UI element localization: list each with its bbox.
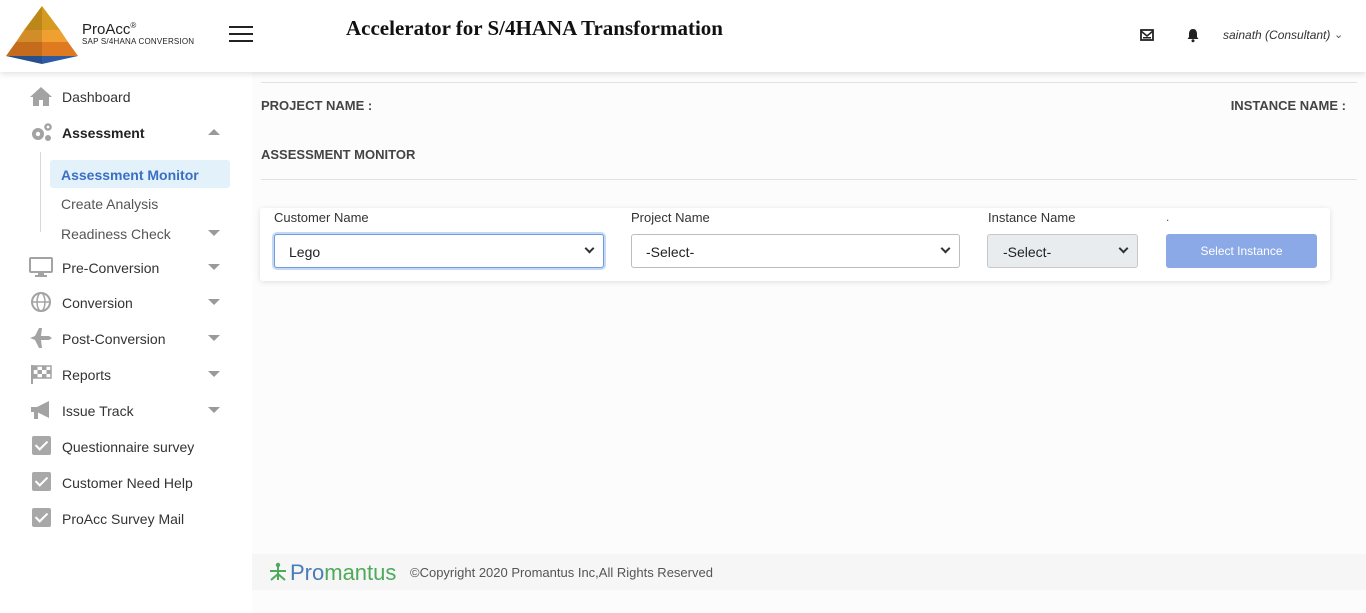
brand-subtitle: SAP S/4HANA CONVERSION xyxy=(82,37,195,46)
sidebar-item-proacc-survey-mail[interactable]: ProAcc Survey Mail xyxy=(0,503,240,533)
sidebar-item-label: ProAcc Survey Mail xyxy=(62,511,185,527)
caret-down-icon xyxy=(208,407,220,413)
instance-name-select[interactable]: -Select- xyxy=(987,234,1138,268)
sidebar-item-customer-need-help[interactable]: Customer Need Help xyxy=(0,467,240,497)
caret-down-icon xyxy=(208,264,220,270)
gears-icon xyxy=(32,123,52,141)
sidebar-subitem-readiness-check[interactable]: Readiness Check xyxy=(50,219,230,247)
checkbox-icon xyxy=(32,436,51,455)
instance-name-value: -Select- xyxy=(1003,244,1052,260)
sidebar: Dashboard Assessment Assessment Monitor … xyxy=(0,72,252,613)
caret-down-icon xyxy=(208,299,220,305)
main-content: PROJECT NAME : INSTANCE NAME : ASSESSMEN… xyxy=(252,72,1366,613)
divider xyxy=(261,179,1357,180)
caret-down-icon xyxy=(208,335,220,341)
divider xyxy=(261,82,1357,83)
sidebar-item-dashboard[interactable]: Dashboard xyxy=(0,81,240,111)
chevron-down-icon xyxy=(940,243,951,254)
checkbox-icon xyxy=(32,472,51,491)
sidebar-item-label: Questionnaire survey xyxy=(62,439,195,455)
bell-icon[interactable] xyxy=(1185,27,1201,43)
globe-icon xyxy=(31,292,51,312)
brand-name: ProAcc® xyxy=(82,21,137,38)
project-name-label: Project Name xyxy=(631,210,710,225)
caret-up-icon xyxy=(208,129,220,135)
checkbox-icon xyxy=(32,508,51,527)
sidebar-item-label: Customer Need Help xyxy=(62,475,193,491)
sidebar-item-label: Reports xyxy=(62,367,112,383)
sidebar-item-issue-track[interactable]: Issue Track xyxy=(0,395,240,425)
mail-icon[interactable] xyxy=(1139,27,1155,43)
project-name-label: PROJECT NAME : xyxy=(261,98,373,113)
top-header: ProAcc® SAP S/4HANA CONVERSION Accelerat… xyxy=(0,0,1366,72)
sidebar-item-label: Assessment xyxy=(62,125,145,141)
sidebar-item-conversion[interactable]: Conversion xyxy=(0,287,240,317)
project-name-value: -Select- xyxy=(646,244,695,260)
chevron-down-icon[interactable]: ⌄ xyxy=(1334,28,1343,41)
proacc-logo xyxy=(6,6,78,64)
sidebar-item-label: Post-Conversion xyxy=(62,331,166,347)
megaphone-icon xyxy=(31,401,49,419)
monitor-icon xyxy=(29,257,53,277)
sidebar-subitem-create-analysis[interactable]: Create Analysis xyxy=(50,189,230,217)
chevron-down-icon xyxy=(1118,243,1129,254)
user-menu[interactable]: sainath (Consultant) xyxy=(1223,28,1330,42)
submenu-divider xyxy=(40,152,41,232)
selection-card: Customer Name Lego Project Name -Select-… xyxy=(260,208,1330,281)
sidebar-item-label: Dashboard xyxy=(62,89,131,105)
subitem-label: Readiness Check xyxy=(61,226,171,242)
plane-icon xyxy=(30,328,52,348)
instance-name-label: INSTANCE NAME : xyxy=(1230,98,1346,113)
sidebar-item-label: Issue Track xyxy=(62,403,134,419)
caret-down-icon xyxy=(208,230,220,236)
sidebar-item-questionnaire-survey[interactable]: Questionnaire survey xyxy=(0,431,240,461)
sidebar-item-assessment[interactable]: Assessment xyxy=(0,117,240,147)
customer-name-label: Customer Name xyxy=(274,210,369,225)
sidebar-item-pre-conversion[interactable]: Pre-Conversion xyxy=(0,252,240,282)
subitem-label: Create Analysis xyxy=(61,196,159,212)
customer-name-select[interactable]: Lego xyxy=(274,234,604,268)
footer: Promantus ©Copyright 2020 Promantus Inc,… xyxy=(252,554,1366,590)
instance-name-label: Instance Name xyxy=(988,210,1076,225)
subitem-label: Assessment Monitor xyxy=(61,167,199,183)
home-icon xyxy=(30,87,52,106)
sidebar-item-label: Pre-Conversion xyxy=(62,260,160,276)
hamburger-menu-icon[interactable] xyxy=(229,26,253,42)
app-title: Accelerator for S/4HANA Transformation xyxy=(346,16,723,40)
chevron-down-icon xyxy=(584,243,595,254)
project-name-select[interactable]: -Select- xyxy=(631,234,960,268)
sidebar-item-reports[interactable]: Reports xyxy=(0,359,240,389)
sidebar-item-post-conversion[interactable]: Post-Conversion xyxy=(0,323,240,353)
sidebar-subitem-assessment-monitor[interactable]: Assessment Monitor xyxy=(50,160,230,188)
promantus-logo-icon xyxy=(270,562,286,581)
checkered-flag-icon xyxy=(31,365,52,384)
copyright-text: ©Copyright 2020 Promantus Inc,All Rights… xyxy=(410,565,713,580)
customer-name-value: Lego xyxy=(289,244,321,260)
caret-down-icon xyxy=(208,371,220,377)
sidebar-item-label: Conversion xyxy=(62,295,133,311)
section-title: ASSESSMENT MONITOR xyxy=(261,147,416,162)
button-caption: . xyxy=(1166,210,1170,224)
select-instance-button[interactable]: Select Instance xyxy=(1166,234,1317,268)
